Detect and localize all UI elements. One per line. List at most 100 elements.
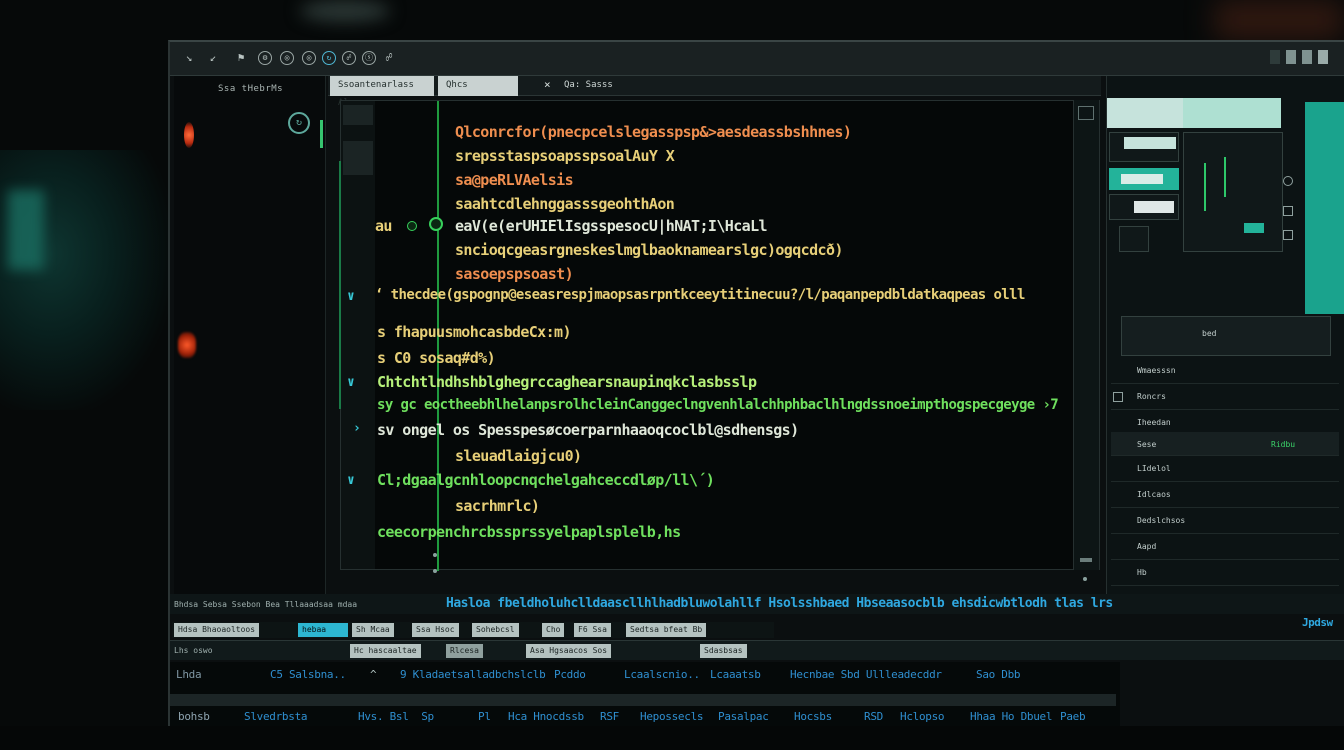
window-maximize-button[interactable] [1302,50,1312,64]
property-row-selected[interactable]: Sese Ridbu [1111,432,1339,456]
alert-indicator-icon[interactable] [178,332,196,358]
editor-gutter [341,101,375,569]
property-row[interactable]: LIdelol [1111,458,1339,482]
search-icon[interactable]: ⚙ [258,51,272,65]
panel-tab[interactable]: Sh Mcaa [352,623,394,637]
preview-thumb[interactable] [1107,98,1183,128]
monitor-screen: ↘ ↙ ⚑ ⚙ ◎ ◎ ↻ ☍ ⓢ ☍ Ssa tHebrMs ↻ Ssoant… [168,40,1344,728]
terminal-text: 9 Kladaetsalladbchslclb [400,668,546,681]
mini-card[interactable] [1119,226,1149,252]
ambient-glow-left [0,150,170,410]
terminal-text: Lcaalscnio.. [624,668,700,681]
tab-file-2[interactable]: Qhcs [438,76,518,96]
thumb-card[interactable] [1109,194,1179,220]
terminal-text: Pasalpac [718,710,769,723]
thumb-card[interactable] [1109,132,1179,162]
git-branch-icon[interactable]: ↻ [288,112,310,134]
thumb-fill [1134,201,1174,213]
panel-button[interactable]: Hc hascaaltae [350,644,421,658]
link-icon[interactable]: ☍ [342,51,356,65]
info-icon[interactable]: ◎ [302,51,316,65]
terminal-text: ^ [370,668,377,681]
property-row[interactable]: Hb [1111,562,1339,586]
property-row[interactable]: Idlcaos [1111,484,1339,508]
editor-scrollbar[interactable] [1074,100,1100,570]
property-label: Sese [1137,440,1157,449]
fold-chevron-icon[interactable]: ∨ [347,375,355,390]
panel-header: Lhs oswo Hc hascaaltae Rlcesa Asa Hgsaac… [170,640,1344,660]
property-label: Roncrs [1137,392,1166,401]
refresh-icon[interactable]: ↻ [322,51,336,65]
panel-tab-active[interactable]: hebaa [298,623,348,637]
gutter-fold-marker [343,141,373,175]
settings-icon[interactable]: ◎ [280,51,294,65]
code-line: eaV(e(erUHIElIsgsspesocU|hNAT;I\HcaLl [455,217,768,235]
terminal-text: RSD [864,710,883,723]
fold-chevron-icon[interactable]: ∨ [347,473,355,488]
fold-chevron-icon[interactable]: › [353,421,361,436]
scroll-thumb[interactable] [1080,558,1092,562]
share-icon[interactable]: ☍ [382,51,396,65]
file-explorer-sidebar: Ssa tHebrMs ↻ [174,76,326,594]
terminal-text: Hepossecls [640,710,704,723]
node-graph[interactable] [1183,132,1283,252]
panel-tab[interactable]: Ssa Hsoc [412,623,459,637]
cloud-icon[interactable]: ⓢ [362,51,376,65]
property-label: Idlcaos [1137,490,1171,499]
property-row[interactable]: Dedslchsos [1111,510,1339,534]
grid-icon[interactable] [1283,230,1293,240]
preview-thumb[interactable] [1183,98,1281,128]
tab-file-3[interactable]: Qa: Sasss [556,76,621,96]
sidebar-title: Ssa tHebrMs [218,84,284,94]
panel-tab[interactable]: Sedtsa bfeat Bb [626,623,707,637]
color-swatch[interactable] [1305,102,1344,314]
property-row[interactable]: Roncrs [1111,386,1339,410]
panel-tab[interactable]: Cho [542,623,565,637]
status-left: Bhdsa Sebsa Ssebon Bea Tllaaadsaa mdaa [174,600,358,609]
code-editor[interactable]: ∨ ∨ › ∨ Qlconrcfor(pnecpcelslegasspsp&>a… [339,100,1087,581]
graph-line [1224,157,1226,197]
panel-tab[interactable]: Hdsa Bhaoaoltoos [174,623,260,637]
tab-file-1[interactable]: Ssoantenarlass Alas [330,76,434,108]
forward-arrow-icon[interactable]: ↙ [206,51,220,65]
window-minimize-button[interactable] [1286,50,1296,64]
close-icon[interactable]: × [544,78,551,91]
panel-button[interactable]: Asa Hgsaacos Sos [526,644,612,658]
panel-tab[interactable]: Sohebcsl [472,623,519,637]
terminal-text: Sao Dbb [976,668,1021,681]
property-label: Dedslchsos [1137,516,1186,525]
inspector-panel: bed Wmaesssn Roncrs Iheedan Sese Ridbu L… [1106,76,1344,596]
window-close-button[interactable] [1318,50,1328,64]
graph-node [1244,223,1264,233]
property-row[interactable]: Aapd [1111,536,1339,560]
code-line: sv ongel os Spesspesøcoerparnhaaoqcoclbl… [377,421,799,439]
property-row[interactable]: Wmaesssn [1111,360,1339,384]
property-label: Wmaesssn [1137,366,1176,375]
breakpoint-icon[interactable] [429,217,443,231]
code-line: saahtcdlehnggasssgeohthAon [455,195,675,213]
terminal-panel[interactable]: Lhda C5 Salsbna.. ^ 9 Kladaetsalladbchsl… [170,662,1120,728]
scroll-dot [433,569,437,573]
panel-button[interactable]: Rlcesa [446,644,483,658]
panel-tab[interactable]: F6 Ssa [574,623,611,637]
panel-button[interactable]: Sdasbsas [700,644,747,658]
editor-tab-strip: Ssoantenarlass Alas Qhcs × Qa: Sasss [328,76,1101,108]
active-thumb[interactable] [1109,168,1179,190]
minimap-toggle-icon[interactable] [1078,106,1094,120]
code-line: ‘ thecdee(gspognp@eseasrespjmaopsasrpntk… [375,287,1025,303]
thumb-fill [1124,137,1176,149]
layer-icon[interactable] [1283,206,1293,216]
code-line: sacrhmrlc) [455,497,540,515]
property-label: Aapd [1137,542,1157,551]
code-line: s fhapuusmohcasbdeCx:m) [377,323,572,341]
fold-chevron-icon[interactable]: ∨ [347,289,355,304]
settings-icon[interactable] [1283,176,1293,186]
property-label: Hb [1137,568,1147,577]
back-arrow-icon[interactable]: ↘ [182,51,196,65]
pin-icon[interactable]: ⚑ [234,51,248,65]
terminal-text: Hclopso [900,710,945,723]
code-line: sa@peRLVAelsis [455,171,574,189]
record-indicator-icon[interactable] [184,122,194,148]
property-value: Ridbu [1271,440,1296,449]
code-line: sasoepspsoast) [455,265,574,283]
